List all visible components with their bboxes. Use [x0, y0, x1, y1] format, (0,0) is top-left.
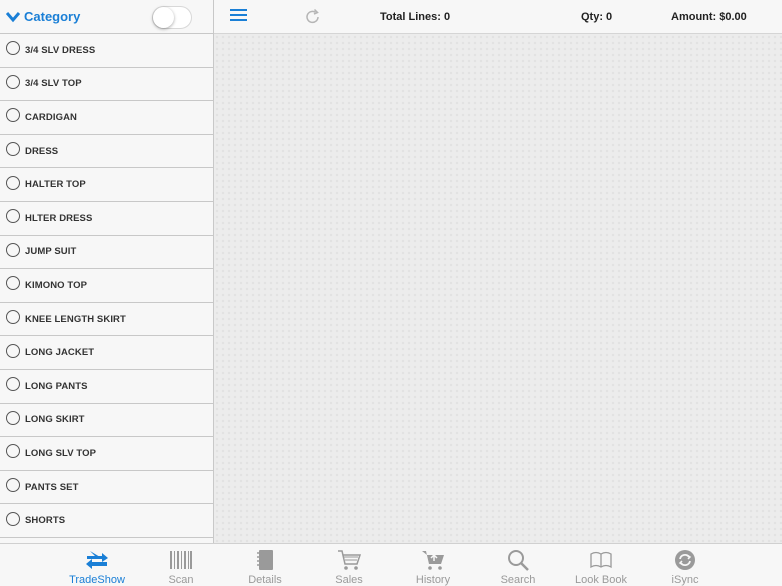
tab-label: Search	[500, 574, 536, 586]
category-label: LONG SKIRT	[25, 414, 85, 426]
category-label: LONG JACKET	[25, 347, 95, 359]
radio-icon[interactable]	[6, 310, 20, 325]
category-item[interactable]: JUMP SUIT	[0, 235, 213, 270]
tab-label: TradeShow	[69, 574, 125, 586]
tab-isync[interactable]: iSync	[650, 548, 720, 586]
category-label: KIMONO TOP	[25, 279, 88, 291]
radio-icon[interactable]	[6, 175, 20, 190]
radio-icon[interactable]	[6, 478, 20, 493]
sync-icon	[675, 550, 695, 570]
radio-icon[interactable]	[6, 276, 20, 291]
tab-tradeshow[interactable]: TradeShow	[62, 548, 132, 586]
book-icon	[590, 551, 612, 569]
category-item[interactable]: KIMONO TOP	[0, 269, 213, 303]
barcode-icon	[170, 551, 192, 569]
tab-label: iSync	[671, 574, 699, 586]
cart-icon	[338, 550, 362, 570]
category-sidebar: Category 3/4 SLV DRESS 3/4 SLV TOP CARDI…	[0, 0, 214, 543]
category-item[interactable]: LONG SLV TOP	[0, 437, 213, 471]
cart-history-icon	[422, 551, 444, 570]
category-item[interactable]: SHORTS	[0, 504, 213, 538]
notebook-icon	[257, 550, 273, 570]
hamburger-menu-icon[interactable]	[230, 9, 247, 23]
category-label: PANTS SET	[25, 481, 79, 493]
toggle-knob[interactable]	[153, 7, 174, 28]
radio-icon[interactable]	[6, 41, 20, 56]
category-item[interactable]: HLTER DRESS	[0, 201, 213, 236]
tab-label: History	[415, 574, 451, 586]
category-item[interactable]: PANTS SET	[0, 470, 213, 505]
category-label: LONG PANTS	[25, 380, 88, 392]
category-item[interactable]: LONG PANTS	[0, 369, 213, 404]
tab-label: Details	[248, 574, 282, 586]
category-item[interactable]: CARDIGAN	[0, 101, 213, 135]
category-label: 3/4 SLV TOP	[25, 78, 82, 90]
category-label: JUMP SUIT	[25, 246, 77, 258]
main-content-area	[214, 34, 782, 543]
tab-search[interactable]: Search	[483, 548, 553, 586]
category-item[interactable]: LONG JACKET	[0, 336, 213, 370]
category-label: HLTER DRESS	[25, 212, 93, 224]
refresh-icon[interactable]	[304, 8, 322, 26]
category-label: SHORTS	[25, 515, 66, 527]
tab-details[interactable]: Details	[230, 548, 300, 586]
category-item[interactable]: 3/4 SLV DRESS	[0, 34, 213, 68]
radio-icon[interactable]	[6, 242, 20, 257]
category-header[interactable]: Category	[0, 0, 213, 34]
radio-icon[interactable]	[6, 142, 20, 157]
search-icon	[508, 550, 529, 571]
category-list: 3/4 SLV DRESS 3/4 SLV TOP CARDIGAN DRESS…	[0, 34, 213, 543]
tab-label: Scan	[168, 574, 194, 586]
category-label: HALTER TOP	[25, 179, 86, 191]
category-item[interactable]: DRESS	[0, 134, 213, 169]
category-label: KNEE LENGTH SKIRT	[25, 313, 126, 325]
category-label: DRESS	[25, 145, 59, 157]
radio-icon[interactable]	[6, 108, 20, 123]
radio-icon[interactable]	[6, 74, 20, 89]
category-label: 3/4 SLV DRESS	[25, 44, 96, 56]
tab-label: Sales	[335, 574, 363, 586]
tab-history[interactable]: History	[398, 548, 468, 586]
top-toolbar: Total Lines: 0 Qty: 0 Amount: $0.00	[214, 0, 782, 34]
tab-sales[interactable]: Sales	[314, 548, 384, 586]
category-label: CARDIGAN	[25, 111, 77, 123]
tab-scan[interactable]: Scan	[146, 548, 216, 586]
category-toggle[interactable]	[152, 6, 192, 29]
tradeshow-arrows-icon	[86, 551, 108, 569]
qty-label: Qty: 0	[581, 11, 613, 23]
amount-label: Amount: $0.00	[671, 11, 747, 23]
tab-look-book[interactable]: Look Book	[566, 548, 636, 586]
category-item[interactable]: HALTER TOP	[0, 168, 213, 202]
chevron-down-icon[interactable]	[6, 10, 20, 24]
bottom-tab-bar: TradeShow Scan Details Sales History Sea…	[0, 543, 782, 586]
category-title: Category	[24, 9, 81, 24]
radio-icon[interactable]	[6, 410, 20, 425]
total-lines-label: Total Lines: 0	[380, 11, 451, 23]
category-item[interactable]: 3/4 SLV TOP	[0, 67, 213, 102]
radio-icon[interactable]	[6, 511, 20, 526]
tab-label: Look Book	[575, 574, 627, 586]
category-item[interactable]: LONG SKIRT	[0, 403, 213, 438]
category-item[interactable]: KNEE LENGTH SKIRT	[0, 302, 213, 337]
radio-icon[interactable]	[6, 377, 20, 392]
category-label: LONG SLV TOP	[25, 447, 97, 459]
radio-icon[interactable]	[6, 209, 20, 224]
radio-icon[interactable]	[6, 444, 20, 459]
radio-icon[interactable]	[6, 343, 20, 358]
